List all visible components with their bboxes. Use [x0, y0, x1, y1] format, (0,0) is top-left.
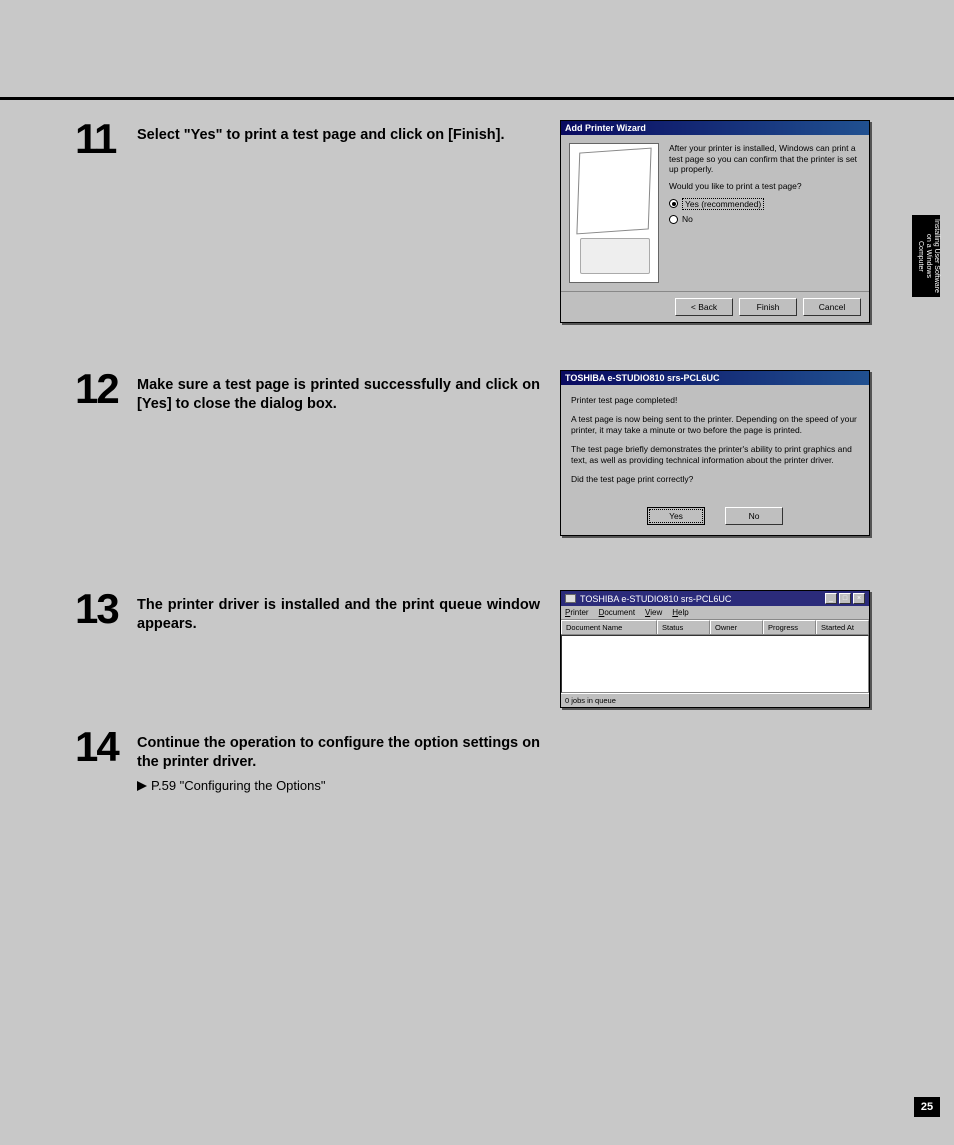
minimize-icon[interactable]: _	[825, 593, 837, 604]
yes-button[interactable]: Yes	[647, 507, 705, 525]
dialog-prompt: Did the test page print correctly?	[571, 474, 859, 485]
menu-bar: Printer Document View Help	[561, 606, 869, 620]
wizard-prompt: Would you like to print a test page?	[669, 181, 861, 192]
step-text: Select "Yes" to print a test page and cl…	[137, 120, 504, 145]
col-owner[interactable]: Owner	[710, 620, 763, 634]
finish-button[interactable]: Finish	[739, 298, 797, 316]
test-page-dialog: TOSHIBA e-STUDIO810 srs-PCL6UC Printer t…	[560, 370, 870, 536]
reference-arrow-icon	[137, 781, 147, 791]
step-number: 11	[75, 120, 127, 158]
close-icon[interactable]: ×	[853, 593, 865, 604]
job-list	[561, 635, 869, 693]
dialog-text: A test page is now being sent to the pri…	[571, 414, 859, 436]
wizard-text: After your printer is installed, Windows…	[669, 143, 861, 175]
col-started-at[interactable]: Started At	[816, 620, 869, 634]
menu-document[interactable]: Document	[599, 608, 635, 617]
radio-yes[interactable]: Yes (recommended)	[669, 198, 861, 211]
column-headers: Document Name Status Owner Progress Star…	[561, 620, 869, 635]
radio-no-label: No	[682, 214, 693, 225]
dialog-title: TOSHIBA e-STUDIO810 srs-PCL6UC	[561, 371, 869, 385]
step-text: Continue the operation to configure the …	[137, 728, 540, 772]
radio-no[interactable]: No	[669, 214, 861, 225]
menu-view[interactable]: View	[645, 608, 662, 617]
dialog-title: Add Printer Wizard	[561, 121, 869, 135]
menu-help[interactable]: Help	[672, 608, 688, 617]
step-text: The printer driver is installed and the …	[137, 590, 540, 634]
page-number: 25	[914, 1097, 940, 1117]
add-printer-wizard-dialog: Add Printer Wizard After your printer is…	[560, 120, 870, 323]
dialog-heading: Printer test page completed!	[571, 395, 859, 406]
step-reference: P.59 "Configuring the Options"	[137, 778, 540, 793]
section-tab: Installing User Software on a Windows Co…	[912, 215, 940, 297]
printer-icon	[565, 594, 576, 603]
radio-dot-icon	[669, 199, 678, 208]
radio-dot-icon	[669, 215, 678, 224]
radio-yes-label: Yes (recommended)	[682, 198, 764, 211]
content-area: 11 Select "Yes" to print a test page and…	[75, 120, 894, 1065]
wizard-illustration	[569, 143, 659, 283]
no-button[interactable]: No	[725, 507, 783, 525]
step-number: 13	[75, 590, 127, 628]
page-header	[0, 0, 954, 100]
maximize-icon[interactable]: □	[839, 593, 851, 604]
window-title: TOSHIBA e-STUDIO810 srs-PCL6UC	[580, 594, 731, 604]
step-number: 12	[75, 370, 127, 408]
back-button[interactable]: < Back	[675, 298, 733, 316]
col-progress[interactable]: Progress	[763, 620, 816, 634]
col-status[interactable]: Status	[657, 620, 710, 634]
step-text: Make sure a test page is printed success…	[137, 370, 540, 414]
status-bar: 0 jobs in queue	[561, 693, 869, 707]
dialog-text: The test page briefly demonstrates the p…	[571, 444, 859, 466]
print-queue-window: TOSHIBA e-STUDIO810 srs-PCL6UC _ □ × Pri…	[560, 590, 870, 708]
cancel-button[interactable]: Cancel	[803, 298, 861, 316]
menu-printer[interactable]: Printer	[565, 608, 589, 617]
step-number: 14	[75, 728, 127, 766]
col-document-name[interactable]: Document Name	[561, 620, 657, 634]
